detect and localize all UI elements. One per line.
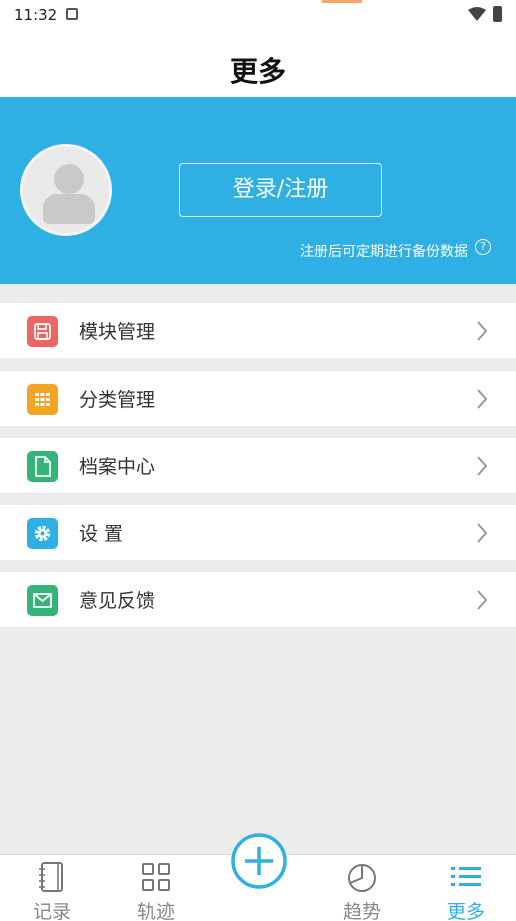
add-button[interactable]: [231, 833, 287, 889]
nav-tab-more[interactable]: 更多: [426, 855, 506, 921]
status-indicator: [322, 0, 362, 3]
nav-tab-track[interactable]: 轨迹: [116, 855, 196, 921]
nav-tab-trend[interactable]: 趋势: [322, 855, 402, 921]
avatar-head: [54, 164, 84, 194]
pie-chart-icon: [348, 864, 376, 892]
grid-icon: [27, 384, 58, 415]
help-icon[interactable]: ?: [475, 239, 491, 255]
chevron-right-icon: [477, 523, 488, 543]
menu-item-label: 意见反馈: [79, 590, 156, 612]
menu-item-category-management[interactable]: 分类管理: [0, 371, 516, 426]
login-register-button[interactable]: 登录/注册: [179, 163, 382, 217]
status-time: 11:32: [14, 6, 58, 24]
backup-hint-text: 注册后可定期进行备份数据: [300, 244, 468, 260]
profile-banner: 登录/注册 注册后可定期进行备份数据 ?: [0, 97, 516, 284]
nav-label: 轨迹: [136, 901, 175, 921]
page-title: 更多: [229, 55, 286, 88]
chevron-right-icon: [477, 389, 488, 409]
menu-item-label: 分类管理: [79, 389, 156, 411]
chevron-right-icon: [477, 321, 488, 341]
nav-label: 更多: [446, 901, 485, 921]
chevron-right-icon: [477, 456, 488, 476]
document-icon: [27, 451, 58, 482]
menu-item-settings[interactable]: 设 置: [0, 505, 516, 560]
avatar[interactable]: [20, 144, 112, 236]
title-bar: 更多: [0, 30, 516, 97]
nav-label: 记录: [32, 901, 71, 921]
status-bar: 11:32: [0, 0, 516, 30]
avatar-body: [43, 194, 95, 224]
menu-item-feedback[interactable]: 意见反馈: [0, 572, 516, 627]
mail-icon: [27, 585, 58, 616]
menu-item-label: 模块管理: [79, 321, 156, 343]
list-icon: [451, 867, 481, 886]
notification-icon: [66, 8, 78, 20]
chevron-right-icon: [477, 590, 488, 610]
gear-icon: [27, 518, 58, 549]
menu-item-label: 档案中心: [79, 456, 156, 478]
menu-item-label: 设 置: [79, 523, 124, 545]
nav-label: 趋势: [342, 901, 381, 921]
wifi-icon: [468, 7, 486, 21]
battery-icon: [493, 6, 502, 22]
menu-item-module-management[interactable]: 模块管理: [0, 303, 516, 358]
save-icon: [27, 316, 58, 347]
nav-tab-record[interactable]: 记录: [12, 855, 92, 921]
notebook-icon: [39, 862, 63, 892]
four-squares-icon: [142, 863, 170, 891]
menu-item-archive-center[interactable]: 档案中心: [0, 438, 516, 493]
